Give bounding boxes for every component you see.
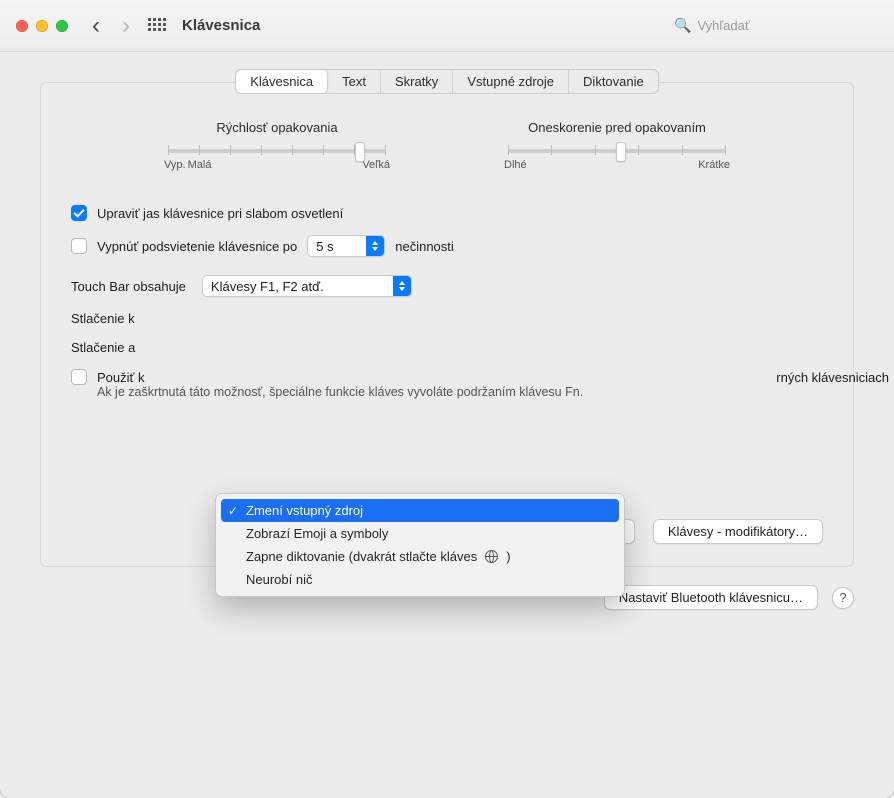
key-repeat-slider[interactable] bbox=[168, 149, 386, 153]
dropdown-item-label: Zapne diktovanie (dvakrát stlačte kláves bbox=[246, 549, 477, 564]
nav-buttons: ‹ › bbox=[92, 14, 130, 38]
tab-dictation[interactable]: Diktovanie bbox=[569, 70, 658, 93]
row-press-hold: Stlačenie a bbox=[71, 340, 823, 355]
window-title: Klávesnica bbox=[182, 17, 260, 34]
tab-bar: Klávesnica Text Skratky Vstupné zdroje D… bbox=[235, 69, 659, 94]
tab-input-sources[interactable]: Vstupné zdroje bbox=[453, 70, 569, 93]
select-backlight-timeout[interactable]: 5 s bbox=[307, 235, 385, 257]
content-area: Klávesnica Text Skratky Vstupné zdroje D… bbox=[0, 52, 894, 798]
modifier-keys-button[interactable]: Klávesy - modifikátory… bbox=[653, 519, 823, 544]
main-panel: Klávesnica Text Skratky Vstupné zdroje D… bbox=[40, 82, 854, 567]
row-use-fkeys: Použiť k rných klávesniciach bbox=[71, 369, 823, 385]
select-touchbar-contains[interactable]: Klávesy F1, F2 atď. bbox=[202, 275, 412, 297]
label-touchbar-contains: Touch Bar obsahuje bbox=[71, 279, 186, 294]
dropdown-item-label: Zmení vstupný zdroj bbox=[246, 503, 363, 518]
stepper-icon bbox=[366, 236, 384, 256]
dropdown-item-dictation[interactable]: Zapne diktovanie (dvakrát stlačte kláves… bbox=[216, 545, 624, 568]
tab-text[interactable]: Text bbox=[328, 70, 381, 93]
delay-thumb[interactable] bbox=[616, 142, 626, 162]
label-turn-off-backlight-before: Vypnúť podsvietenie klávesnice po bbox=[97, 239, 297, 254]
key-repeat-thumb[interactable] bbox=[355, 142, 365, 162]
globe-icon bbox=[485, 550, 498, 563]
label-use-fkeys-tail: rných klávesniciach bbox=[776, 370, 889, 385]
key-repeat-label-slow: Malá bbox=[188, 159, 212, 171]
select-touchbar-value: Klávesy F1, F2 atď. bbox=[211, 279, 324, 294]
delay-slider-block: Oneskorenie pred opakovaním Dlhé Krátke bbox=[502, 120, 732, 171]
label-use-fkeys-head: Použiť k bbox=[97, 370, 145, 385]
search-placeholder: Vyhľadať bbox=[697, 18, 749, 33]
sliders-row: Rýchlosť opakovania Vyp. Malá Veľká Ones… bbox=[41, 120, 853, 171]
key-repeat-title: Rýchlosť opakovania bbox=[162, 120, 392, 135]
help-button[interactable]: ? bbox=[832, 587, 854, 609]
check-icon: ✓ bbox=[226, 504, 240, 518]
dropdown-item-tail: ) bbox=[506, 549, 510, 564]
label-press-hold-partial: Stlačenie a bbox=[71, 340, 135, 355]
close-icon[interactable] bbox=[16, 20, 28, 32]
stepper-icon bbox=[393, 276, 411, 296]
options-group: Upraviť jas klávesnice pri slabom osvetl… bbox=[41, 205, 853, 399]
row-turn-off-backlight: Vypnúť podsvietenie klávesnice po 5 s ne… bbox=[71, 235, 823, 257]
row-use-fkeys-sub: Ak je zaškrtnutá táto možnosť, špeciálne… bbox=[71, 393, 823, 399]
zoom-icon[interactable] bbox=[56, 20, 68, 32]
checkbox-adjust-brightness[interactable] bbox=[71, 205, 87, 221]
label-adjust-brightness: Upraviť jas klávesnice pri slabom osvetl… bbox=[97, 206, 343, 221]
delay-label-short: Krátke bbox=[698, 159, 730, 171]
setup-bluetooth-keyboard-button[interactable]: Nastaviť Bluetooth klávesnicu… bbox=[604, 585, 818, 610]
titlebar: ‹ › Klávesnica 🔍 Vyhľadať bbox=[0, 0, 894, 52]
dropdown-item-change-input-source[interactable]: ✓ Zmení vstupný zdroj bbox=[221, 499, 619, 522]
dropdown-item-nothing[interactable]: Neurobí nič bbox=[216, 568, 624, 591]
key-repeat-slider-block: Rýchlosť opakovania Vyp. Malá Veľká bbox=[162, 120, 392, 171]
row-press-fn: Stlačenie k bbox=[71, 311, 823, 326]
label-press-fn-partial: Stlačenie k bbox=[71, 311, 135, 326]
label-turn-off-backlight-after: nečinnosti bbox=[395, 239, 454, 254]
delay-label-long: Dlhé bbox=[504, 159, 527, 171]
key-repeat-label-off: Vyp. bbox=[164, 159, 186, 171]
dropdown-item-emoji[interactable]: Zobrazí Emoji a symboly bbox=[216, 522, 624, 545]
label-use-fkeys-sub: Ak je zaškrtnutá táto možnosť, špeciálne… bbox=[97, 385, 583, 399]
checkbox-use-fkeys[interactable] bbox=[71, 369, 87, 385]
delay-slider[interactable] bbox=[508, 149, 726, 153]
row-touchbar-contains: Touch Bar obsahuje Klávesy F1, F2 atď. bbox=[71, 275, 823, 297]
checkbox-turn-off-backlight[interactable] bbox=[71, 238, 87, 254]
tab-shortcuts[interactable]: Skratky bbox=[381, 70, 453, 93]
dropdown-item-label: Zobrazí Emoji a symboly bbox=[246, 526, 388, 541]
row-adjust-brightness: Upraviť jas klávesnice pri slabom osvetl… bbox=[71, 205, 823, 221]
select-backlight-value: 5 s bbox=[316, 239, 333, 254]
window-controls bbox=[16, 20, 68, 32]
fn-action-dropdown[interactable]: ✓ Zmení vstupný zdroj Zobrazí Emoji a sy… bbox=[215, 493, 625, 597]
tab-keyboard[interactable]: Klávesnica bbox=[236, 70, 328, 93]
show-all-icon[interactable] bbox=[148, 18, 164, 34]
search-field[interactable]: 🔍 Vyhľadať bbox=[668, 14, 878, 38]
forward-button: › bbox=[122, 14, 130, 38]
key-repeat-label-fast: Veľká bbox=[362, 159, 390, 171]
delay-title: Oneskorenie pred opakovaním bbox=[502, 120, 732, 135]
search-icon: 🔍 bbox=[674, 17, 691, 34]
back-button[interactable]: ‹ bbox=[92, 14, 100, 38]
dropdown-item-label: Neurobí nič bbox=[246, 572, 312, 587]
minimize-icon[interactable] bbox=[36, 20, 48, 32]
